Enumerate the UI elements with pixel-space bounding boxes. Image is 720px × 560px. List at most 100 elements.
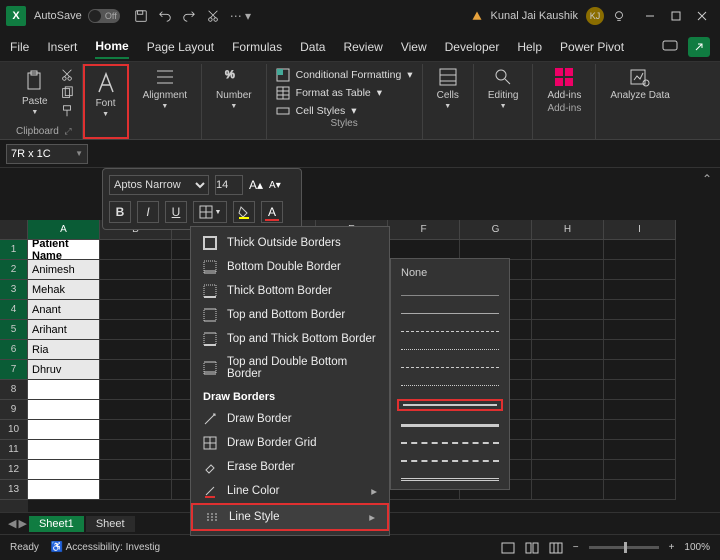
comments-icon[interactable] xyxy=(662,40,678,54)
cell[interactable] xyxy=(604,320,676,340)
cell[interactable] xyxy=(28,440,100,460)
line-style-dashdot[interactable] xyxy=(397,363,503,371)
row-header[interactable]: 6 xyxy=(0,340,28,360)
cell[interactable] xyxy=(604,240,676,260)
col-header-G[interactable]: G xyxy=(460,220,532,240)
cut-icon[interactable] xyxy=(206,9,220,23)
copy-icon[interactable] xyxy=(60,86,74,100)
cell[interactable] xyxy=(100,240,172,260)
cell[interactable] xyxy=(100,260,172,280)
cell[interactable] xyxy=(100,320,172,340)
cell[interactable] xyxy=(604,300,676,320)
tab-home[interactable]: Home xyxy=(95,35,128,59)
mi-erase-border[interactable]: Erase Border xyxy=(191,455,389,479)
bold-button[interactable]: B xyxy=(109,201,131,223)
cell[interactable] xyxy=(532,260,604,280)
cut-icon[interactable] xyxy=(60,68,74,82)
zoom-in-icon[interactable]: + xyxy=(669,542,675,553)
mi-thick-bottom[interactable]: Thick Bottom Border xyxy=(191,279,389,303)
cell[interactable] xyxy=(604,460,676,480)
undo-icon[interactable] xyxy=(158,9,172,23)
tab-review[interactable]: Review xyxy=(343,36,382,58)
cell[interactable] xyxy=(388,240,460,260)
cell[interactable]: Arihant xyxy=(28,320,100,340)
zoom-out-icon[interactable]: − xyxy=(573,542,579,553)
cell[interactable] xyxy=(532,340,604,360)
autosave-toggle[interactable]: AutoSave Off xyxy=(34,9,120,23)
paste-button[interactable]: Paste▼ xyxy=(16,68,54,118)
cell[interactable] xyxy=(604,340,676,360)
group-cells[interactable]: Cells▼ xyxy=(423,64,474,139)
font-size-input[interactable] xyxy=(215,175,243,195)
line-style-med-dashdot[interactable] xyxy=(397,457,503,465)
cell[interactable] xyxy=(100,360,172,380)
mi-top-bottom[interactable]: Top and Bottom Border xyxy=(191,303,389,327)
col-header-F[interactable]: F xyxy=(388,220,460,240)
share-button[interactable] xyxy=(688,37,710,57)
qat-more-icon[interactable]: ⋯ ▾ xyxy=(230,9,251,23)
line-style-medium[interactable] xyxy=(397,399,503,411)
name-box[interactable]: 7R x 1C▼ xyxy=(6,144,88,164)
font-color-button[interactable]: A xyxy=(261,201,283,223)
tab-formulas[interactable]: Formulas xyxy=(232,36,282,58)
cell[interactable] xyxy=(28,480,100,500)
cell[interactable]: Animesh xyxy=(28,260,100,280)
cell[interactable] xyxy=(604,420,676,440)
tab-view[interactable]: View xyxy=(401,36,427,58)
line-style-thick[interactable] xyxy=(397,421,503,429)
cell[interactable] xyxy=(28,380,100,400)
toggle-switch[interactable]: Off xyxy=(88,9,120,23)
col-header-H[interactable]: H xyxy=(532,220,604,240)
select-all-corner[interactable] xyxy=(0,220,28,240)
italic-button[interactable]: I xyxy=(137,201,159,223)
save-icon[interactable] xyxy=(134,9,148,23)
fill-color-button[interactable] xyxy=(233,201,255,223)
row-header[interactable]: 9 xyxy=(0,400,28,420)
format-as-table-button[interactable]: Format as Table ▾ xyxy=(276,86,413,100)
cell[interactable]: Mehak xyxy=(28,280,100,300)
group-number[interactable]: % Number▼ xyxy=(202,64,267,139)
close-icon[interactable] xyxy=(696,10,708,22)
row-header[interactable]: 12 xyxy=(0,460,28,480)
mi-draw-grid[interactable]: Draw Border Grid xyxy=(191,431,389,455)
cell[interactable] xyxy=(604,360,676,380)
sheet-nav-prev-icon[interactable]: ◀ xyxy=(8,517,16,530)
font-name-select[interactable]: Aptos Narrow xyxy=(109,175,209,195)
conditional-formatting-button[interactable]: Conditional Formatting ▾ xyxy=(276,68,413,82)
cell[interactable] xyxy=(28,420,100,440)
tab-developer[interactable]: Developer xyxy=(445,36,500,58)
cell[interactable] xyxy=(460,240,532,260)
line-style-none[interactable]: None xyxy=(397,265,503,281)
cell[interactable] xyxy=(604,280,676,300)
cell[interactable] xyxy=(28,400,100,420)
cell[interactable] xyxy=(604,400,676,420)
cell[interactable] xyxy=(532,480,604,500)
tab-data[interactable]: Data xyxy=(300,36,325,58)
col-header-A[interactable]: A xyxy=(28,220,100,240)
cell[interactable] xyxy=(100,380,172,400)
sheet-nav-next-icon[interactable]: ▶ xyxy=(18,517,26,530)
zoom-slider[interactable] xyxy=(589,546,659,549)
addins-button[interactable]: Add-ins xyxy=(541,64,587,103)
cell[interactable] xyxy=(532,380,604,400)
format-painter-icon[interactable] xyxy=(60,104,74,118)
cell[interactable] xyxy=(532,300,604,320)
cell[interactable] xyxy=(532,440,604,460)
mi-top-double-bottom[interactable]: Top and Double Bottom Border xyxy=(191,351,389,385)
group-analyze[interactable]: Analyze Data xyxy=(596,64,683,139)
cell[interactable] xyxy=(604,480,676,500)
line-style-double[interactable] xyxy=(397,475,503,483)
cell[interactable] xyxy=(532,400,604,420)
mi-line-style[interactable]: Line Style▸ xyxy=(191,503,389,531)
line-style-dotted[interactable] xyxy=(397,345,503,353)
cell[interactable]: Patient Name xyxy=(28,240,100,260)
mi-draw-border[interactable]: Draw Border xyxy=(191,407,389,431)
clipboard-launcher-icon[interactable]: ⤢ xyxy=(64,126,73,139)
borders-button[interactable]: ▼ xyxy=(193,201,227,223)
page-break-view-icon[interactable] xyxy=(549,542,563,554)
tab-help[interactable]: Help xyxy=(517,36,542,58)
tab-power-pivot[interactable]: Power Pivot xyxy=(560,36,624,58)
row-header[interactable]: 1 xyxy=(0,240,28,260)
cell[interactable] xyxy=(604,380,676,400)
decrease-font-icon[interactable]: A▾ xyxy=(269,180,281,191)
